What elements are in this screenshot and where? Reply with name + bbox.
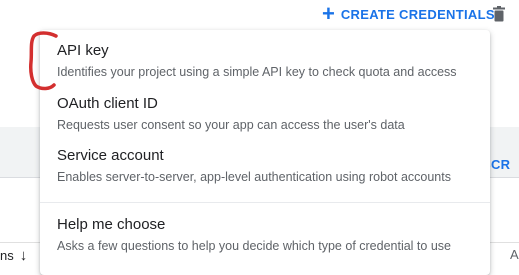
menu-item-description: Identifies your project using a simple A…	[57, 65, 457, 79]
red-annotation-mark	[29, 31, 58, 91]
create-credentials-menu: API key Identifies your project using a …	[40, 30, 490, 275]
sort-arrow-icon[interactable]: ↓	[20, 247, 28, 264]
create-credentials-label: CREATE CREDENTIALS	[340, 6, 495, 22]
menu-item-title: OAuth client ID	[57, 95, 158, 112]
menu-divider	[40, 202, 490, 203]
menu-item-oauth-client-id[interactable]: OAuth client ID Requests user consent so…	[40, 95, 490, 147]
menu-item-service-account[interactable]: Service account Enables server-to-server…	[40, 147, 490, 199]
menu-item-description: Requests user consent so your app can ac…	[57, 118, 405, 132]
menu-item-api-key[interactable]: API key Identifies your project using a …	[40, 42, 490, 94]
menu-item-title: Help me choose	[57, 216, 166, 233]
create-credentials-button[interactable]: + CREATE CREDENTIALS	[322, 1, 495, 26]
plus-icon: +	[322, 1, 335, 26]
column-header-label: A	[510, 247, 519, 262]
menu-item-help-me-choose[interactable]: Help me choose Asks a few questions to h…	[40, 216, 490, 268]
menu-item-title: Service account	[57, 147, 164, 164]
menu-item-description: Asks a few questions to help you decide …	[57, 239, 451, 253]
column-header[interactable]: ns ↓	[0, 247, 27, 264]
trash-icon[interactable]	[492, 6, 506, 22]
column-header-label: ns	[0, 248, 14, 263]
menu-item-title: API key	[57, 42, 109, 59]
menu-item-description: Enables server-to-server, app-level auth…	[57, 170, 451, 184]
